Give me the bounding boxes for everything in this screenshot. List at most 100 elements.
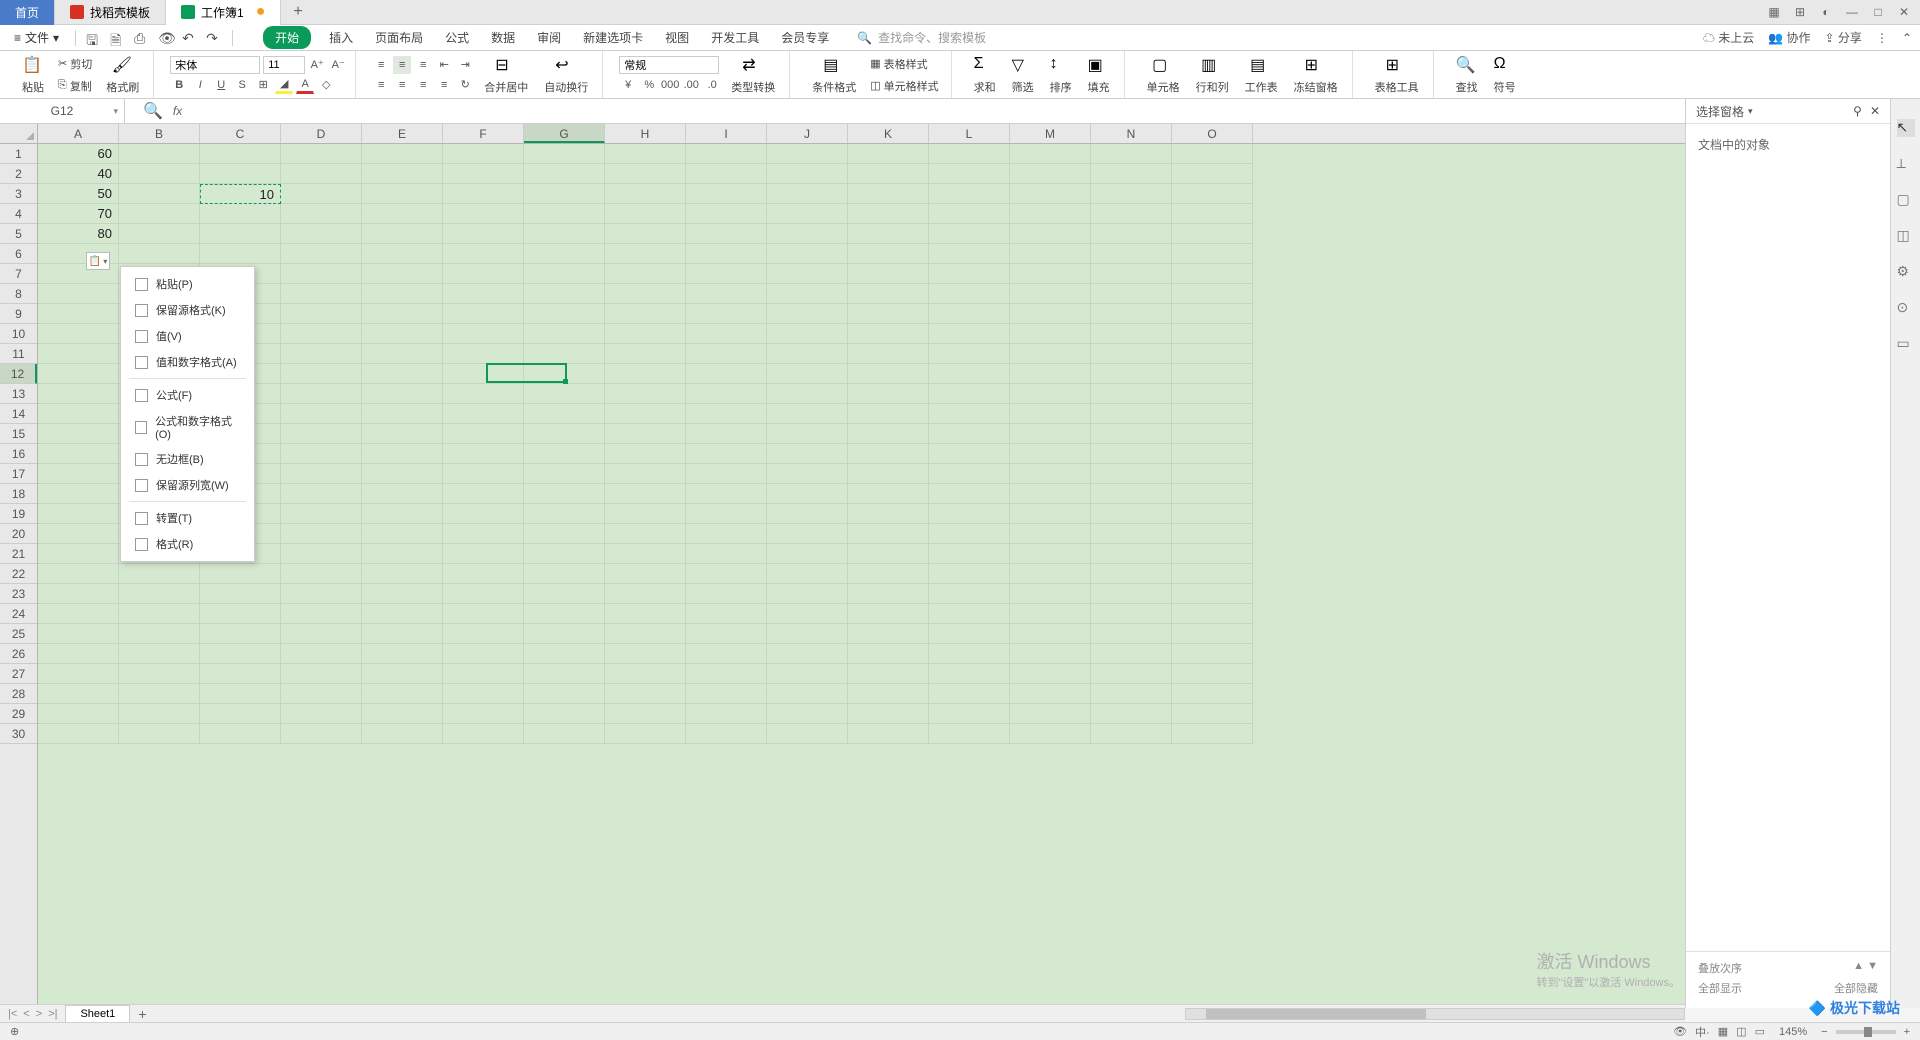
cell-G13[interactable] — [524, 384, 605, 404]
cell-O28[interactable] — [1172, 684, 1253, 704]
cell-O4[interactable] — [1172, 204, 1253, 224]
cell-M15[interactable] — [1010, 424, 1091, 444]
cell-M22[interactable] — [1010, 564, 1091, 584]
menu-values[interactable]: 值(V) — [121, 323, 254, 349]
cell-I29[interactable] — [686, 704, 767, 724]
cell-O19[interactable] — [1172, 504, 1253, 524]
cell-F25[interactable] — [443, 624, 524, 644]
cell-J15[interactable] — [767, 424, 848, 444]
save-as-icon[interactable]: 🗎 — [110, 30, 126, 46]
row-header-29[interactable]: 29 — [0, 704, 37, 724]
cell-C22[interactable] — [200, 564, 281, 584]
cell-D30[interactable] — [281, 724, 362, 744]
cell-B6[interactable] — [119, 244, 200, 264]
cell-B30[interactable] — [119, 724, 200, 744]
cell-K2[interactable] — [848, 164, 929, 184]
font-size-select[interactable] — [263, 56, 305, 74]
cell-L23[interactable] — [929, 584, 1010, 604]
cell-H21[interactable] — [605, 544, 686, 564]
cell-D27[interactable] — [281, 664, 362, 684]
cell-K21[interactable] — [848, 544, 929, 564]
layout-tool-icon[interactable]: ▢ — [1897, 191, 1915, 209]
cell-K10[interactable] — [848, 324, 929, 344]
cell-B27[interactable] — [119, 664, 200, 684]
cell-M14[interactable] — [1010, 404, 1091, 424]
cell-N21[interactable] — [1091, 544, 1172, 564]
cell-B5[interactable] — [119, 224, 200, 244]
cell-A23[interactable] — [38, 584, 119, 604]
cell-E21[interactable] — [362, 544, 443, 564]
menu-formulas-number[interactable]: 公式和数字格式(O) — [121, 408, 254, 446]
col-header-L[interactable]: L — [929, 124, 1010, 143]
cell-L1[interactable] — [929, 144, 1010, 164]
cell-F14[interactable] — [443, 404, 524, 424]
cell-E16[interactable] — [362, 444, 443, 464]
cell-C6[interactable] — [200, 244, 281, 264]
orientation-icon[interactable]: ↻ — [456, 76, 474, 94]
cell-E13[interactable] — [362, 384, 443, 404]
cell-B3[interactable] — [119, 184, 200, 204]
tab-layout[interactable]: 页面布局 — [371, 25, 427, 50]
cell-N12[interactable] — [1091, 364, 1172, 384]
cell-D10[interactable] — [281, 324, 362, 344]
cell-J21[interactable] — [767, 544, 848, 564]
cell-B1[interactable] — [119, 144, 200, 164]
cell-A9[interactable] — [38, 304, 119, 324]
cell-G16[interactable] — [524, 444, 605, 464]
menu-formulas[interactable]: 公式(F) — [121, 382, 254, 408]
cell-D1[interactable] — [281, 144, 362, 164]
currency-icon[interactable]: ¥ — [619, 76, 637, 94]
tab-data[interactable]: 数据 — [487, 25, 519, 50]
auto-wrap-button[interactable]: ↩ 自动换行 — [538, 53, 594, 97]
new-tab-button[interactable]: + — [281, 3, 314, 21]
cell-I10[interactable] — [686, 324, 767, 344]
cell-K6[interactable] — [848, 244, 929, 264]
cell-B28[interactable] — [119, 684, 200, 704]
status-icon[interactable]: ⊕ — [10, 1025, 19, 1038]
cell-D21[interactable] — [281, 544, 362, 564]
underline-button[interactable]: U — [212, 76, 230, 94]
cell-L13[interactable] — [929, 384, 1010, 404]
col-header-E[interactable]: E — [362, 124, 443, 143]
cell-D23[interactable] — [281, 584, 362, 604]
cell-B4[interactable] — [119, 204, 200, 224]
tab-review[interactable]: 审阅 — [533, 25, 565, 50]
chevron-down-icon[interactable]: ▾ — [1748, 106, 1753, 117]
cell-N26[interactable] — [1091, 644, 1172, 664]
cell-E11[interactable] — [362, 344, 443, 364]
close-icon[interactable]: ✕ — [1870, 104, 1880, 118]
pin-icon[interactable]: ⚲ — [1853, 104, 1862, 118]
cell-O30[interactable] — [1172, 724, 1253, 744]
cell-G26[interactable] — [524, 644, 605, 664]
decimal-inc-icon[interactable]: .00 — [682, 76, 700, 94]
zoom-slider[interactable] — [1836, 1030, 1896, 1034]
cell-M9[interactable] — [1010, 304, 1091, 324]
menu-transpose[interactable]: 转置(T) — [121, 505, 254, 531]
cell-H16[interactable] — [605, 444, 686, 464]
col-header-I[interactable]: I — [686, 124, 767, 143]
cell-M6[interactable] — [1010, 244, 1091, 264]
cell-L12[interactable] — [929, 364, 1010, 384]
cell-I2[interactable] — [686, 164, 767, 184]
cell-J22[interactable] — [767, 564, 848, 584]
cell-E6[interactable] — [362, 244, 443, 264]
cell-I8[interactable] — [686, 284, 767, 304]
cell-K23[interactable] — [848, 584, 929, 604]
cell-D17[interactable] — [281, 464, 362, 484]
cell-I21[interactable] — [686, 544, 767, 564]
cell-M12[interactable] — [1010, 364, 1091, 384]
cell-K15[interactable] — [848, 424, 929, 444]
cell-I16[interactable] — [686, 444, 767, 464]
cell-A13[interactable] — [38, 384, 119, 404]
cells-area[interactable]: 604050107080 — [38, 144, 1685, 1008]
menu-keep-width[interactable]: 保留源列宽(W) — [121, 472, 254, 498]
cell-B2[interactable] — [119, 164, 200, 184]
cell-H12[interactable] — [605, 364, 686, 384]
align-bottom-icon[interactable]: ≡ — [414, 56, 432, 74]
cell-J10[interactable] — [767, 324, 848, 344]
cell-D15[interactable] — [281, 424, 362, 444]
cell-L20[interactable] — [929, 524, 1010, 544]
cell-L14[interactable] — [929, 404, 1010, 424]
move-down-icon[interactable]: ▼ — [1867, 960, 1878, 972]
tab-dev[interactable]: 开发工具 — [707, 25, 763, 50]
